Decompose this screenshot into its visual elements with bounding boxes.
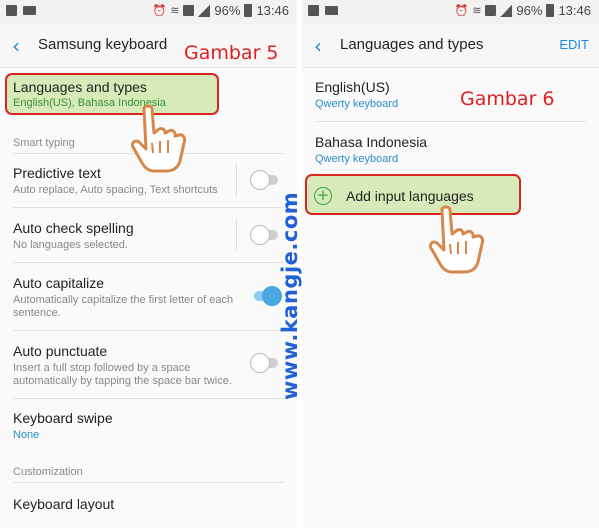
image-icon bbox=[6, 5, 17, 16]
battery-percent: 96% bbox=[516, 3, 543, 18]
status-bar: ⏰ ≋ 96% 13:46 bbox=[0, 0, 297, 24]
wifi-icon: ≋ bbox=[170, 5, 180, 17]
battery-icon bbox=[546, 4, 555, 17]
language-item-bahasa[interactable]: Bahasa Indonesia Qwerty keyboard bbox=[302, 134, 599, 166]
add-input-languages-label: Add input languages bbox=[346, 188, 474, 204]
signal-icon bbox=[500, 4, 513, 17]
vertical-divider bbox=[236, 164, 237, 196]
item-title: English(US) bbox=[315, 79, 390, 95]
auto-punctuate-item[interactable]: Auto punctuate Insert a full stop follow… bbox=[0, 343, 237, 388]
item-subtitle: Insert a full stop followed by a space a… bbox=[13, 362, 232, 387]
item-subtitle: None bbox=[13, 429, 40, 441]
auto-capitalize-item[interactable]: Auto capitalize Automatically capitalize… bbox=[0, 275, 237, 320]
signal-icon bbox=[198, 4, 211, 17]
page-title: Languages and types bbox=[340, 36, 484, 53]
section-smart-typing: Smart typing bbox=[13, 137, 75, 149]
vertical-divider bbox=[236, 219, 237, 251]
item-title: Keyboard swipe bbox=[13, 410, 113, 426]
clock: 13:46 bbox=[256, 3, 289, 18]
item-title: Languages and types bbox=[13, 79, 147, 95]
divider bbox=[13, 482, 284, 483]
item-title: Keyboard layout bbox=[13, 496, 115, 512]
back-arrow-icon[interactable]: ‹ bbox=[314, 34, 322, 58]
image-icon bbox=[308, 5, 319, 16]
sim-icon bbox=[485, 5, 497, 16]
clock: 13:46 bbox=[558, 3, 591, 18]
item-title: Bahasa Indonesia bbox=[315, 134, 428, 150]
alarm-icon: ⏰ bbox=[152, 5, 167, 17]
item-subtitle: Qwerty keyboard bbox=[315, 153, 399, 165]
battery-percent: 96% bbox=[214, 3, 241, 18]
caption-gambar-5: Gambar 5 bbox=[184, 42, 279, 64]
pointing-hand-icon bbox=[131, 104, 187, 173]
predictive-text-toggle[interactable] bbox=[250, 170, 282, 190]
item-title: Auto capitalize bbox=[13, 275, 105, 291]
item-subtitle: Automatically capitalize the first lette… bbox=[13, 294, 234, 319]
divider bbox=[13, 207, 284, 208]
caption-gambar-6: Gambar 6 bbox=[460, 88, 555, 110]
plus-circle-icon: + bbox=[314, 187, 332, 205]
keyboard-layout-item[interactable]: Keyboard layout bbox=[0, 496, 297, 512]
edit-button[interactable]: EDIT bbox=[559, 37, 589, 52]
mail-icon bbox=[23, 6, 36, 15]
divider bbox=[13, 330, 284, 331]
back-arrow-icon[interactable]: ‹ bbox=[12, 34, 20, 58]
keyboard-swipe-item[interactable]: Keyboard swipe None bbox=[0, 410, 297, 442]
item-subtitle: Qwerty keyboard bbox=[315, 98, 399, 110]
section-customization: Customization bbox=[13, 466, 83, 478]
battery-icon bbox=[244, 4, 253, 17]
sim-icon bbox=[183, 5, 195, 16]
pointing-hand-icon bbox=[429, 205, 485, 274]
divider bbox=[13, 262, 284, 263]
divider bbox=[13, 398, 284, 399]
mail-icon bbox=[325, 6, 338, 15]
left-screen: ⏰ ≋ 96% 13:46 ‹ Samsung keyboard Gambar … bbox=[0, 0, 297, 528]
alarm-icon: ⏰ bbox=[454, 5, 469, 17]
watermark: www.kangje.com bbox=[278, 191, 302, 400]
divider bbox=[315, 121, 586, 122]
page-title: Samsung keyboard bbox=[38, 36, 168, 53]
wifi-icon: ≋ bbox=[472, 5, 482, 17]
status-bar: ⏰ ≋ 96% 13:46 bbox=[302, 0, 599, 24]
item-title: Auto punctuate bbox=[13, 343, 108, 359]
action-bar: ‹ Languages and types EDIT bbox=[302, 24, 599, 68]
right-screen: ⏰ ≋ 96% 13:46 ‹ Languages and types EDIT… bbox=[302, 0, 599, 528]
